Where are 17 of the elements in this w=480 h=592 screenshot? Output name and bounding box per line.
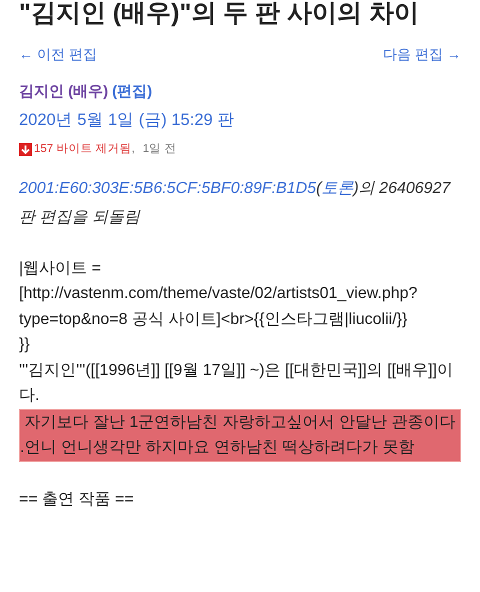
byte-change-text: 157 바이트 제거됨 [34,142,132,156]
separator-text: , [132,142,135,156]
edit-summary: 2001:E60:303E:5B6:5CF:5BF0:89F:B1D5(토론)의 26406927판 편집을 되돌림 [19,178,452,228]
summary-link[interactable]: 토론 [321,180,354,197]
diff-line: |웹사이트 = [http://vastenm.com/theme/vaste/02/artists01_view.php?type=top&no=8 공식 사이트]<br>{{인스타그램|liucolii/}} [19,258,418,330]
diff-line: '''김지인'''([[1996년]] [[9월 17일]] ~)은 [[대한민국]]의 [[배우]]이다. [19,360,454,406]
page-link[interactable]: 김지인 (배우) [19,81,108,104]
age-text: 1일 전 [142,142,176,156]
diff-line: == 출연 작품 == [19,490,135,510]
down-arrow-icon [19,142,32,156]
diff-line: }} [19,335,31,356]
edit-link[interactable]: (편집) [112,81,152,104]
previous-edit-link[interactable]: ← 이전 편집 [19,44,97,65]
next-edit-link[interactable]: 다음 편집 → [383,44,461,65]
page-title: "김지인 (배우)"의 두 판 사이의 차이 [19,0,420,28]
revision-date-link[interactable]: 2020년 5월 1일 (금) 15:29 판 [19,108,234,132]
summary-link[interactable]: 2001:E60:303E:5B6:5CF:5BF0:89F:B1D5 [19,180,316,197]
